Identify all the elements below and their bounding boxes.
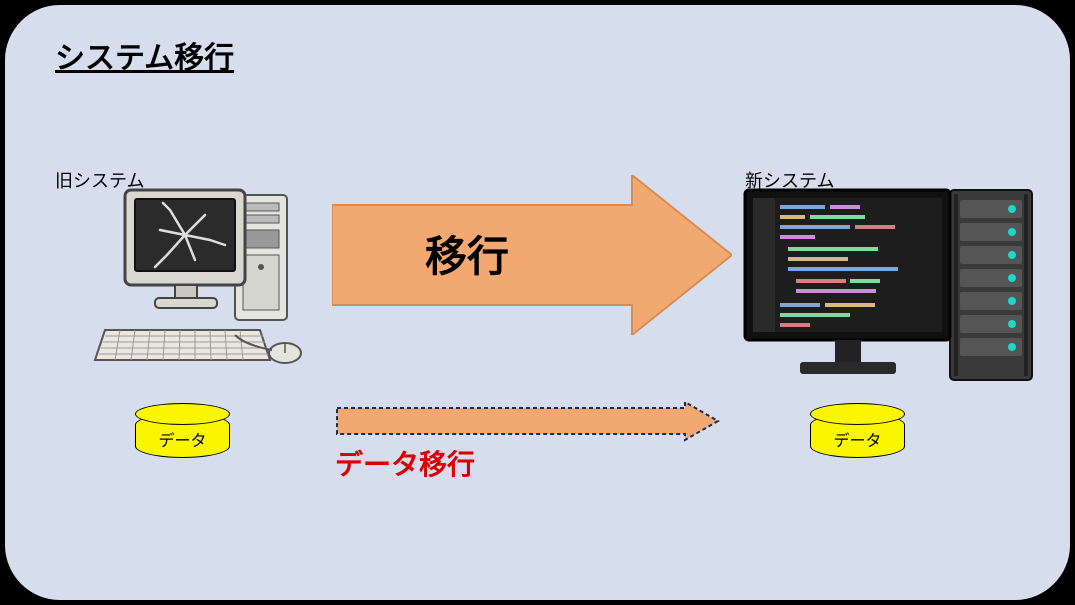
migration-arrow-label: 移行 (425, 223, 509, 284)
diagram-title: システム移行 (55, 33, 234, 77)
data-migration-arrow-icon (335, 400, 720, 442)
new-database-icon: データ (810, 403, 905, 463)
new-computer-icon (740, 185, 1040, 385)
migration-arrow-icon (332, 175, 732, 335)
old-database-icon: データ (135, 403, 230, 463)
diagram-panel: システム移行 旧システム 新システム (5, 5, 1070, 600)
data-migration-label: データ移行 (335, 443, 475, 483)
old-database-label: データ (135, 427, 230, 451)
new-database-label: データ (810, 427, 905, 451)
old-computer-icon (75, 185, 305, 385)
